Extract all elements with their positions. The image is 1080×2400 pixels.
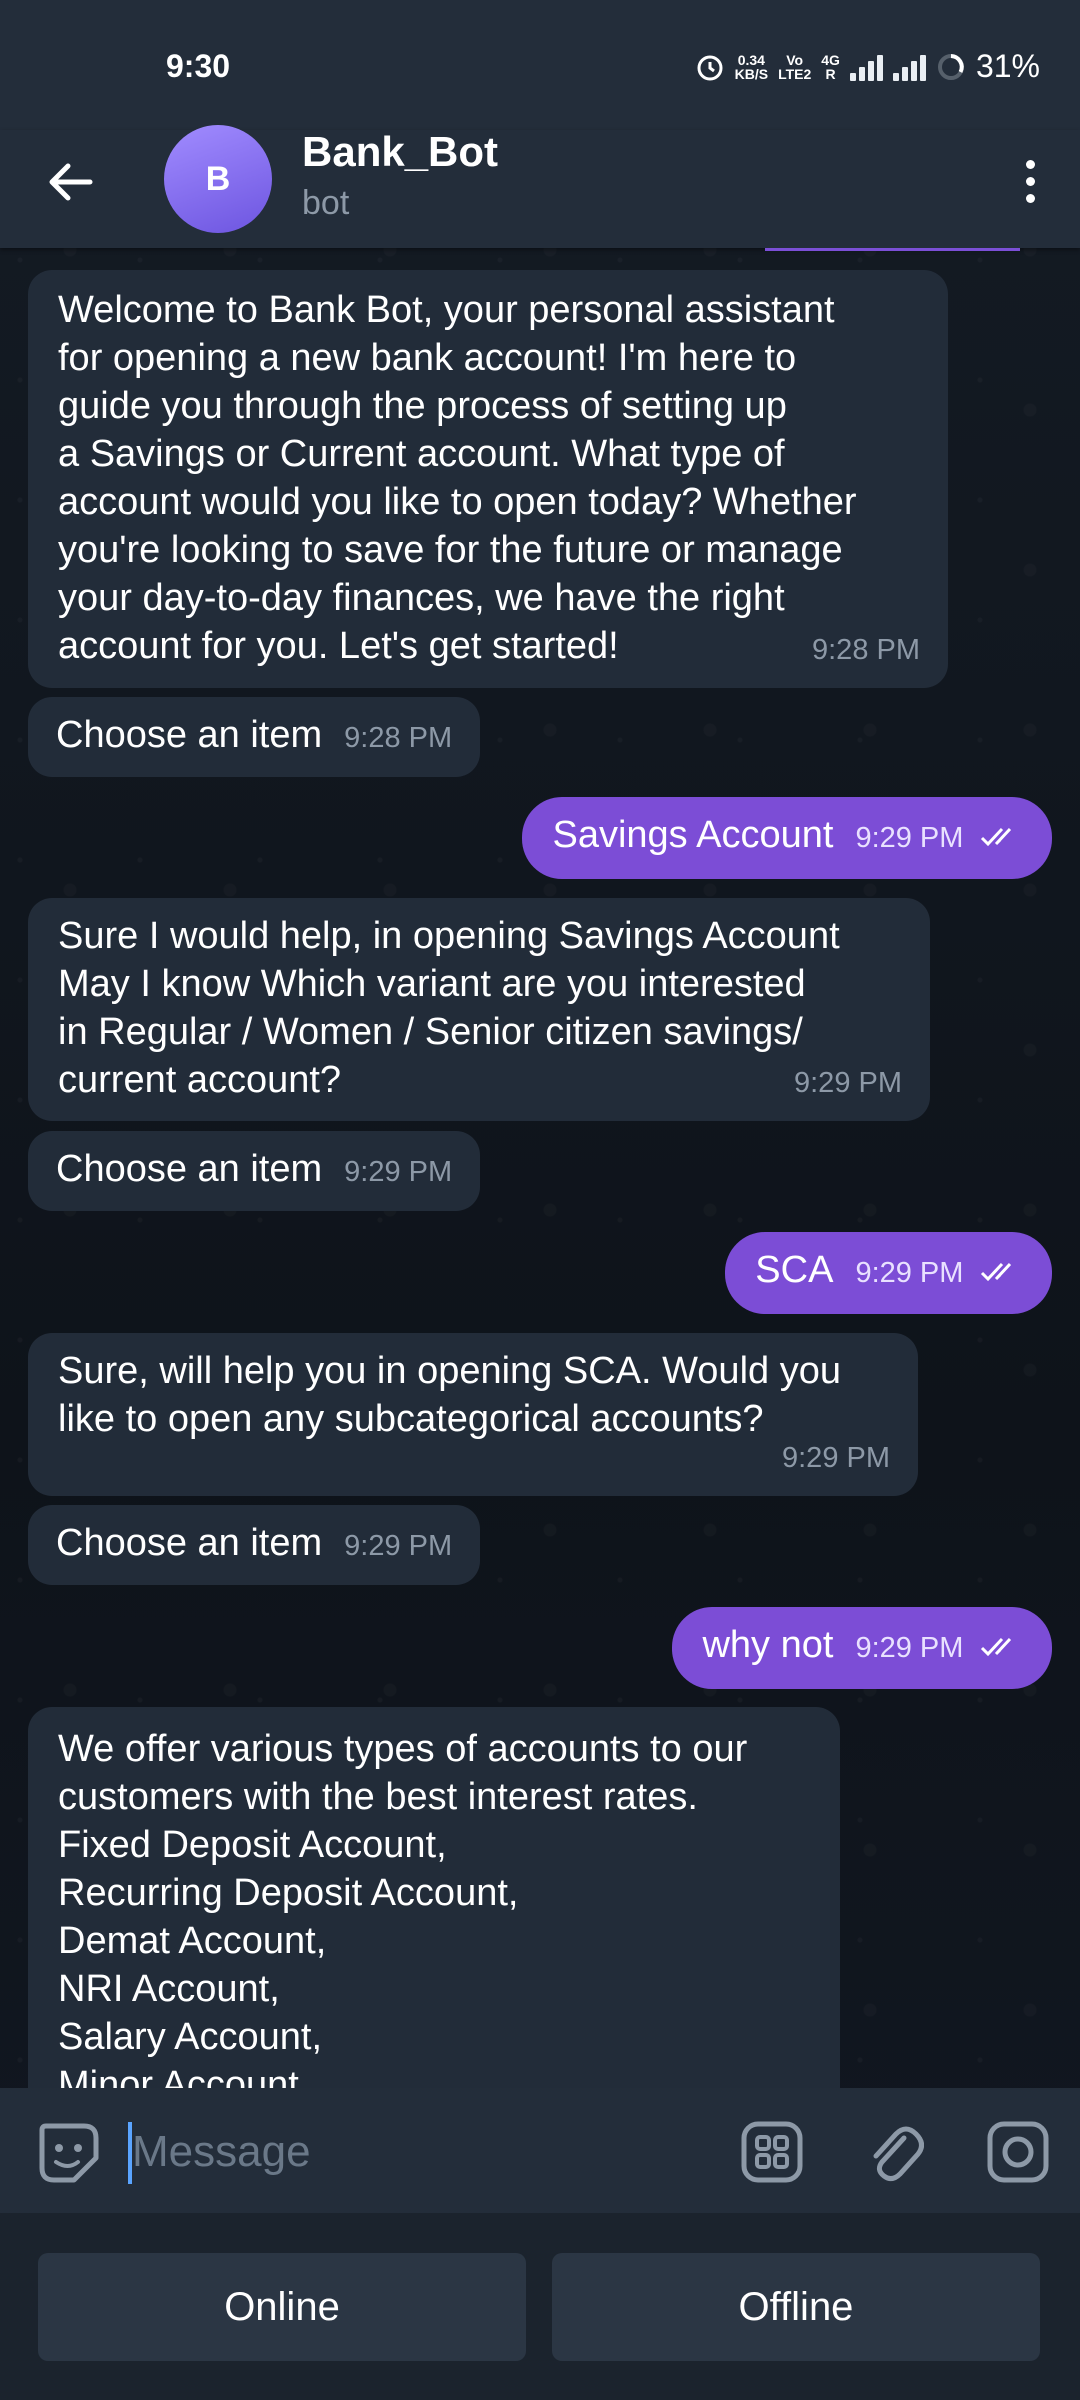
double-check-icon: [980, 827, 1012, 847]
roaming-label: R: [825, 65, 836, 82]
message-text: Choose an item: [56, 714, 323, 756]
message-time: 9:29 PM: [782, 1442, 890, 1474]
keyboard-button-online[interactable]: Online: [38, 2253, 526, 2361]
signal-icon: [849, 53, 883, 81]
double-check-icon: [980, 1637, 1012, 1657]
chat-title[interactable]: Bank_Bot: [302, 128, 498, 176]
message-bubble-outgoing[interactable]: why not 9:29 PM: [672, 1607, 1052, 1689]
battery-percent: 31%: [975, 48, 1040, 84]
message-time: 9:28 PM: [344, 722, 453, 754]
message-text: why not: [702, 1624, 834, 1666]
status-bar: 9:30 0.34 KB/S Vo LTE2 4G R 31%: [0, 0, 1080, 130]
keyboard-button-offline[interactable]: Offline: [552, 2253, 1040, 2361]
message-text: We offer various types of accounts to ou…: [58, 1728, 748, 2088]
message-bubble-incoming[interactable]: Choose an item 9:28 PM: [28, 697, 481, 777]
message-time: 9:29 PM: [344, 1156, 453, 1188]
message-text: Choose an item: [56, 1148, 323, 1190]
message-bubble-incoming[interactable]: Choose an item 9:29 PM: [28, 1131, 481, 1211]
signal-icon-2: [892, 53, 926, 81]
paperclip-icon: [873, 2126, 924, 2182]
more-options-button[interactable]: [1000, 146, 1060, 216]
message-text: Welcome to Bank Bot, your personal assis…: [58, 289, 857, 667]
arrow-left-icon: [49, 163, 93, 201]
message-text: SCA: [755, 1249, 834, 1291]
network-speed: 0.34 KB/S: [735, 53, 768, 81]
bot-keyboard: Online Offline: [0, 2213, 1080, 2400]
attach-button[interactable]: [858, 2116, 930, 2188]
pinned-accent-bar: [765, 248, 1020, 251]
message-bubble-incoming[interactable]: Choose an item 9:29 PM: [28, 1505, 481, 1585]
message-bubble-outgoing[interactable]: SCA 9:29 PM: [725, 1232, 1052, 1314]
message-time: 9:29 PM: [794, 1067, 902, 1099]
alarm-icon: [697, 55, 723, 80]
status-time: 9:30: [166, 48, 231, 84]
network-speed-value: 0.34: [737, 51, 765, 68]
lte-label: LTE2: [778, 65, 812, 82]
status-icons: 0.34 KB/S Vo LTE2 4G R 31%: [695, 48, 1040, 85]
bot-menu-grid-icon: [741, 2121, 803, 2183]
volte-label: Vo: [786, 51, 804, 68]
message-bubble-incoming[interactable]: Sure, will help you in opening SCA. Woul…: [28, 1333, 918, 1496]
message-time: 9:29 PM: [855, 822, 964, 854]
message-time: 9:29 PM: [855, 1257, 964, 1289]
volte-indicator: Vo LTE2: [778, 53, 811, 81]
battery-ring-icon: [937, 53, 964, 80]
message-bubble-incoming[interactable]: Sure I would help, in opening Savings Ac…: [28, 898, 930, 1121]
message-input-bar: [0, 2088, 1080, 2213]
network-type: 4G R: [821, 53, 840, 81]
message-time: 9:29 PM: [344, 1530, 453, 1562]
sticker-icon[interactable]: [34, 2118, 104, 2188]
chat-header: B Bank_Bot bot: [0, 125, 1080, 248]
message-input[interactable]: [128, 2116, 692, 2188]
message-bubble-incoming[interactable]: Welcome to Bank Bot, your personal assis…: [28, 270, 948, 688]
camera-button[interactable]: [982, 2116, 1054, 2188]
avatar[interactable]: B: [164, 125, 272, 233]
more-vertical-icon: [1025, 159, 1035, 169]
message-text: Sure, will help you in opening SCA. Woul…: [58, 1350, 841, 1440]
text-cursor: [128, 2122, 132, 2184]
camera-icon: [987, 2121, 1049, 2183]
network-type-label: 4G: [821, 51, 840, 68]
message-bubble-incoming[interactable]: We offer various types of accounts to ou…: [28, 1707, 840, 2088]
network-speed-unit: KB/S: [734, 65, 769, 82]
chat-subtitle: bot: [302, 184, 350, 222]
message-text: Savings Account: [552, 814, 834, 856]
message-time: 9:28 PM: [812, 634, 920, 666]
message-text: Choose an item: [56, 1522, 323, 1564]
message-bubble-outgoing[interactable]: Savings Account 9:29 PM: [522, 797, 1052, 879]
back-button[interactable]: [38, 150, 102, 214]
message-text: Sure I would help, in opening Savings Ac…: [58, 915, 840, 1101]
message-time: 9:29 PM: [855, 1632, 964, 1664]
bot-commands-button[interactable]: [736, 2116, 808, 2188]
double-check-icon: [980, 1262, 1012, 1282]
